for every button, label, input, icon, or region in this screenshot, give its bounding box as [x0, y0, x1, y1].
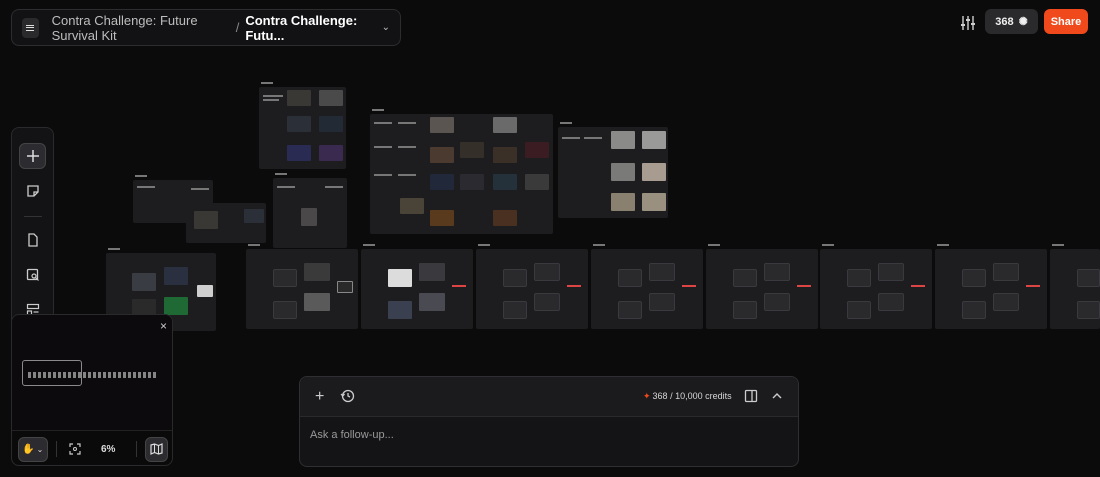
menu-icon[interactable] — [22, 17, 39, 38]
canvas-node[interactable] — [820, 244, 932, 329]
close-icon[interactable]: × — [160, 319, 167, 333]
canvas-node[interactable] — [259, 82, 346, 169]
breadcrumb: Contra Challenge: Future Survival Kit / … — [11, 9, 401, 46]
credits-badge-count: 368 — [995, 15, 1014, 28]
minimap-viewport[interactable] — [22, 360, 82, 386]
minimap-controls: ✋ ⌄ 6% — [12, 430, 172, 465]
zoom-level[interactable]: 6% — [94, 437, 122, 462]
fit-screen-icon[interactable] — [64, 437, 86, 462]
credits-icon: ✦ — [643, 391, 651, 401]
credits-counter-text: 368 / 10,000 credits — [652, 391, 732, 401]
minimap-canvas[interactable]: × — [12, 315, 172, 430]
chat-panel: + ✦ 368 / 10,000 credits — [299, 376, 799, 467]
panel-icon[interactable] — [744, 389, 758, 403]
sticky-note-icon[interactable] — [19, 178, 46, 204]
chevron-down-icon: ⌄ — [36, 444, 44, 454]
chevron-down-icon[interactable]: ⌄ — [382, 22, 390, 33]
plus-icon[interactable]: + — [315, 388, 324, 406]
hand-icon: ✋ — [22, 443, 35, 455]
follow-up-input[interactable] — [310, 426, 780, 444]
breadcrumb-current[interactable]: Contra Challenge: Futu... — [245, 13, 373, 43]
app-root: Contra Challenge: Future Survival Kit / … — [0, 0, 1100, 477]
credits-counter: ✦ 368 / 10,000 credits — [643, 391, 732, 402]
canvas-node[interactable] — [361, 244, 473, 329]
breadcrumb-separator: / — [235, 20, 240, 35]
canvas-node[interactable] — [476, 244, 588, 329]
hand-tool-button[interactable]: ✋ ⌄ — [18, 436, 48, 462]
canvas-node[interactable] — [1050, 244, 1100, 329]
credits-badge[interactable]: 368 ✺ — [985, 9, 1038, 34]
sliders-icon[interactable] — [958, 14, 978, 32]
canvas-node[interactable] — [935, 244, 1047, 329]
map-icon[interactable] — [144, 436, 168, 462]
breadcrumb-project[interactable]: Contra Challenge: Future Survival Kit — [52, 13, 230, 43]
canvas-node[interactable] — [706, 244, 818, 329]
minimap: × ✋ ⌄ 6% — [11, 314, 173, 466]
image-search-icon[interactable] — [19, 262, 46, 288]
plus-icon[interactable] — [19, 143, 46, 169]
share-button[interactable]: Share — [1044, 9, 1088, 34]
canvas-node[interactable] — [370, 109, 553, 234]
canvas-node[interactable] — [558, 122, 668, 218]
history-icon[interactable] — [340, 388, 356, 404]
file-icon[interactable] — [19, 227, 46, 253]
canvas-node[interactable] — [273, 173, 347, 248]
canvas-node[interactable] — [591, 244, 703, 329]
chevron-up-icon[interactable] — [770, 389, 784, 403]
canvas-node[interactable] — [246, 244, 358, 329]
canvas-node[interactable] — [186, 203, 266, 243]
chat-header: + ✦ 368 / 10,000 credits — [300, 377, 798, 417]
gear-icon: ✺ — [1018, 16, 1028, 28]
